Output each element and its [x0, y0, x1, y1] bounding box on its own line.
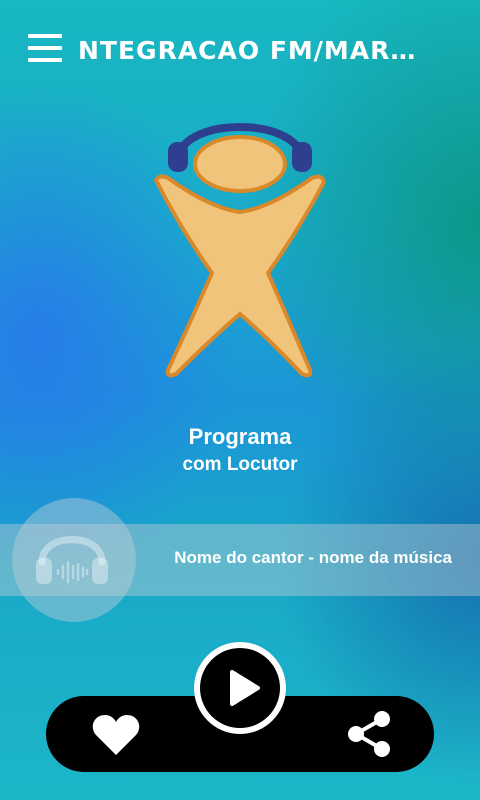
menu-line: [28, 46, 62, 50]
app-title: NTEGRACAO FM/MARQU..: [78, 36, 418, 65]
heart-icon[interactable]: [92, 714, 140, 756]
mascot-headphones-logo: [154, 123, 326, 378]
play-button[interactable]: [194, 642, 286, 734]
menu-line: [28, 58, 62, 62]
program-title: Programa: [188, 424, 292, 449]
menu-line: [28, 34, 62, 38]
play-button-inner: [200, 648, 280, 728]
play-icon: [230, 670, 260, 706]
program-subtitle: com Locutor: [182, 454, 298, 475]
share-icon[interactable]: [346, 710, 392, 758]
track-title: Nome do cantor - nome da música: [174, 548, 452, 567]
app-bar: NTEGRACAO FM/MARQU..: [0, 0, 480, 100]
hamburger-menu-icon[interactable]: [28, 34, 64, 64]
headphones-icon: [36, 536, 108, 584]
